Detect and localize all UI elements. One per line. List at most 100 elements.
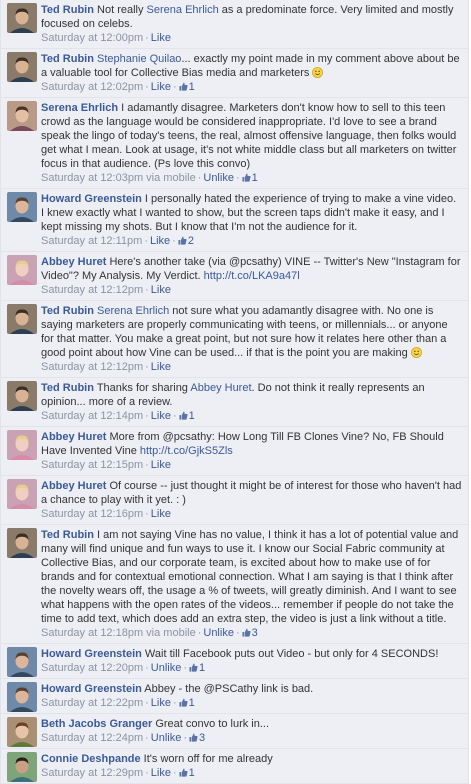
separator: · bbox=[183, 732, 188, 744]
avatar[interactable] bbox=[7, 255, 37, 285]
smiley-emoticon-icon bbox=[410, 347, 422, 358]
mention-link[interactable]: Serena Ehrlich bbox=[147, 4, 219, 16]
mention-link[interactable]: Abbey Huret bbox=[190, 382, 251, 394]
separator: · bbox=[172, 767, 177, 779]
timestamp[interactable]: Saturday at 12:14pm bbox=[41, 410, 143, 422]
separator: · bbox=[172, 410, 177, 422]
comment-author[interactable]: Ted Rubin bbox=[41, 4, 94, 16]
comment-text: Abbey Huret Here's another take (via @pc… bbox=[41, 255, 462, 283]
timestamp[interactable]: Saturday at 12:29pm bbox=[41, 767, 143, 779]
mention-link[interactable]: Serena Ehrlich bbox=[97, 305, 169, 317]
separator: · bbox=[145, 361, 149, 373]
comment-body: Great convo to lurk in... bbox=[152, 718, 270, 730]
comment-text: Beth Jacobs Granger Great convo to lurk … bbox=[41, 717, 462, 731]
avatar[interactable] bbox=[7, 528, 37, 558]
like-button[interactable]: Like bbox=[151, 284, 171, 296]
mention-link[interactable]: Stephanie Quilao bbox=[97, 53, 181, 65]
timestamp[interactable]: Saturday at 12:03pm bbox=[41, 172, 143, 184]
comment-meta: Saturday at 12:12pm · Like bbox=[41, 284, 462, 297]
mention-link[interactable]: http://t.co/GjkS5Zls bbox=[140, 445, 233, 457]
avatar[interactable] bbox=[7, 717, 37, 747]
like-count[interactable]: 2 bbox=[178, 235, 194, 247]
like-button[interactable]: Like bbox=[151, 508, 171, 520]
like-button[interactable]: Like bbox=[151, 361, 171, 373]
separator: · bbox=[172, 697, 177, 709]
comment-meta: Saturday at 12:29pm · Like · 1 bbox=[41, 767, 462, 780]
avatar[interactable] bbox=[7, 52, 37, 82]
timestamp[interactable]: Saturday at 12:02pm bbox=[41, 81, 143, 93]
comment-author[interactable]: Abbey Huret bbox=[41, 256, 106, 268]
comment-meta: Saturday at 12:18pm via mobile · Unlike · 3 bbox=[41, 627, 462, 640]
like-count-number: 1 bbox=[188, 410, 195, 422]
via-mobile: via mobile bbox=[143, 172, 196, 184]
like-button[interactable]: Like bbox=[150, 235, 170, 247]
timestamp[interactable]: Saturday at 12:20pm bbox=[41, 662, 143, 674]
like-count-number: 1 bbox=[188, 767, 195, 779]
like-button[interactable]: Like bbox=[151, 697, 171, 709]
like-count[interactable]: 3 bbox=[242, 627, 258, 639]
timestamp[interactable]: Saturday at 12:22pm bbox=[41, 697, 143, 709]
separator: · bbox=[145, 508, 149, 520]
avatar[interactable] bbox=[7, 479, 37, 509]
comment-item: Ted Rubin I am not saying Vine has no va… bbox=[1, 525, 468, 644]
comment-item: Beth Jacobs Granger Great convo to lurk … bbox=[1, 714, 468, 749]
like-button[interactable]: Like bbox=[151, 459, 171, 471]
comment-author[interactable]: Abbey Huret bbox=[41, 431, 106, 443]
comment-author[interactable]: Ted Rubin bbox=[41, 529, 94, 541]
comment-author[interactable]: Beth Jacobs Granger bbox=[41, 718, 152, 730]
like-count[interactable]: 1 bbox=[179, 767, 195, 779]
comment-author[interactable]: Serena Ehrlich bbox=[41, 102, 118, 114]
timestamp[interactable]: Saturday at 12:12pm bbox=[41, 361, 143, 373]
mention-link[interactable]: http://t.co/LKA9a47l bbox=[204, 270, 300, 282]
separator: · bbox=[144, 235, 148, 247]
timestamp[interactable]: Saturday at 12:15pm bbox=[41, 459, 143, 471]
timestamp[interactable]: Saturday at 12:11pm bbox=[41, 235, 142, 247]
comment-author[interactable]: Howard Greenstein bbox=[41, 683, 142, 695]
avatar[interactable] bbox=[7, 304, 37, 334]
avatar[interactable] bbox=[7, 430, 37, 460]
like-button[interactable]: Like bbox=[151, 767, 171, 779]
like-button[interactable]: Like bbox=[151, 81, 171, 93]
unlike-button[interactable]: Unlike bbox=[203, 627, 234, 639]
comment-author[interactable]: Ted Rubin bbox=[41, 53, 94, 65]
like-count[interactable]: 1 bbox=[179, 697, 195, 709]
like-button[interactable]: Like bbox=[151, 32, 171, 44]
like-count[interactable]: 1 bbox=[189, 662, 205, 674]
like-count[interactable]: 3 bbox=[189, 732, 205, 744]
timestamp[interactable]: Saturday at 12:12pm bbox=[41, 284, 143, 296]
avatar[interactable] bbox=[7, 682, 37, 712]
like-count-number: 2 bbox=[187, 235, 194, 247]
comment-text: Howard Greenstein I personally hated the… bbox=[41, 192, 462, 234]
like-count[interactable]: 1 bbox=[179, 81, 195, 93]
timestamp[interactable]: Saturday at 12:24pm bbox=[41, 732, 143, 744]
unlike-button[interactable]: Unlike bbox=[151, 732, 182, 744]
like-count[interactable]: 1 bbox=[242, 172, 258, 184]
comment-author[interactable]: Abbey Huret bbox=[41, 480, 106, 492]
comment-author[interactable]: Connie Deshpande bbox=[41, 753, 141, 765]
timestamp[interactable]: Saturday at 12:18pm bbox=[41, 627, 143, 639]
avatar[interactable] bbox=[7, 3, 37, 33]
avatar[interactable] bbox=[7, 192, 37, 222]
separator: · bbox=[197, 627, 202, 639]
comment-item: Howard Greenstein I personally hated the… bbox=[1, 189, 468, 252]
like-button[interactable]: Like bbox=[151, 410, 171, 422]
like-count-number: 1 bbox=[199, 662, 206, 674]
comment-author[interactable]: Howard Greenstein bbox=[41, 648, 142, 660]
comment-author[interactable]: Howard Greenstein bbox=[41, 193, 142, 205]
timestamp[interactable]: Saturday at 12:00pm bbox=[41, 32, 143, 44]
comment-text: Ted Rubin Thanks for sharing Abbey Huret… bbox=[41, 381, 462, 409]
unlike-button[interactable]: Unlike bbox=[203, 172, 234, 184]
avatar[interactable] bbox=[7, 101, 37, 131]
timestamp[interactable]: Saturday at 12:16pm bbox=[41, 508, 143, 520]
comment-item: Howard Greenstein Abbey - the @PSCathy l… bbox=[1, 679, 468, 714]
avatar[interactable] bbox=[7, 752, 37, 782]
avatar[interactable] bbox=[7, 647, 37, 677]
like-count[interactable]: 1 bbox=[179, 410, 195, 422]
comment-author[interactable]: Ted Rubin bbox=[41, 382, 94, 394]
unlike-button[interactable]: Unlike bbox=[151, 662, 182, 674]
comment-meta: Saturday at 12:11pm · Like · 2 bbox=[41, 235, 462, 248]
avatar[interactable] bbox=[7, 381, 37, 411]
thumbs-up-icon bbox=[179, 411, 188, 420]
comment-author[interactable]: Ted Rubin bbox=[41, 305, 94, 317]
comment-meta: Saturday at 12:02pm · Like · 1 bbox=[41, 81, 462, 94]
